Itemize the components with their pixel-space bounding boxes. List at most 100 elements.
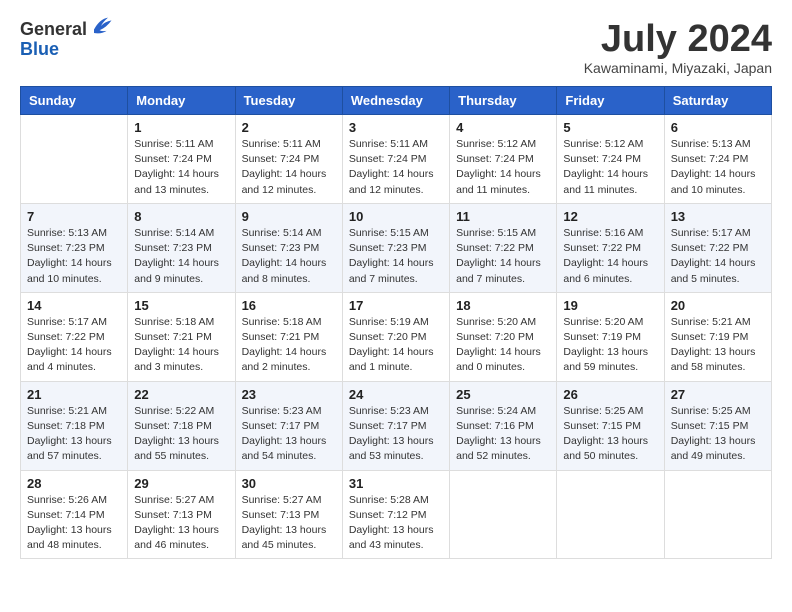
- day-info: Sunrise: 5:12 AMSunset: 7:24 PMDaylight:…: [563, 137, 657, 198]
- day-number: 18: [456, 298, 550, 313]
- logo-general: General: [20, 19, 87, 39]
- day-number: 31: [349, 476, 443, 491]
- day-info: Sunrise: 5:23 AMSunset: 7:17 PMDaylight:…: [242, 404, 336, 465]
- calendar-week-row: 14 Sunrise: 5:17 AMSunset: 7:22 PMDayligh…: [21, 292, 772, 381]
- day-info: Sunrise: 5:15 AMSunset: 7:22 PMDaylight:…: [456, 226, 550, 287]
- calendar-cell: 30 Sunrise: 5:27 AMSunset: 7:13 PMDayligh…: [235, 470, 342, 559]
- day-info: Sunrise: 5:11 AMSunset: 7:24 PMDaylight:…: [242, 137, 336, 198]
- day-number: 25: [456, 387, 550, 402]
- day-info: Sunrise: 5:14 AMSunset: 7:23 PMDaylight:…: [242, 226, 336, 287]
- day-info: Sunrise: 5:28 AMSunset: 7:12 PMDaylight:…: [349, 493, 443, 554]
- day-info: Sunrise: 5:13 AMSunset: 7:23 PMDaylight:…: [27, 226, 121, 287]
- day-number: 1: [134, 120, 228, 135]
- calendar-cell: 28 Sunrise: 5:26 AMSunset: 7:14 PMDayligh…: [21, 470, 128, 559]
- calendar-cell: 31 Sunrise: 5:28 AMSunset: 7:12 PMDayligh…: [342, 470, 449, 559]
- day-number: 28: [27, 476, 121, 491]
- day-number: 4: [456, 120, 550, 135]
- calendar-cell: [557, 470, 664, 559]
- calendar-cell: 13 Sunrise: 5:17 AMSunset: 7:22 PMDayligh…: [664, 203, 771, 292]
- day-number: 29: [134, 476, 228, 491]
- calendar-cell: 6Sunrise: 5:13 AMSunset: 7:24 PMDaylight…: [664, 115, 771, 204]
- calendar-cell: 20 Sunrise: 5:21 AMSunset: 7:19 PMDayligh…: [664, 292, 771, 381]
- day-info: Sunrise: 5:21 AMSunset: 7:18 PMDaylight:…: [27, 404, 121, 465]
- calendar-cell: 27Sunrise: 5:25 AMSunset: 7:15 PMDayligh…: [664, 381, 771, 470]
- day-of-week-header: Saturday: [664, 87, 771, 115]
- day-number: 8: [134, 209, 228, 224]
- location-subtitle: Kawaminami, Miyazaki, Japan: [584, 60, 772, 76]
- calendar-cell: 22 Sunrise: 5:22 AMSunset: 7:18 PMDayligh…: [128, 381, 235, 470]
- calendar-cell: 18 Sunrise: 5:20 AMSunset: 7:20 PMDayligh…: [450, 292, 557, 381]
- calendar-cell: 2 Sunrise: 5:11 AMSunset: 7:24 PMDaylight…: [235, 115, 342, 204]
- day-number: 15: [134, 298, 228, 313]
- day-number: 3: [349, 120, 443, 135]
- calendar-cell: [664, 470, 771, 559]
- calendar-cell: 17 Sunrise: 5:19 AMSunset: 7:20 PMDayligh…: [342, 292, 449, 381]
- day-number: 14: [27, 298, 121, 313]
- day-info: Sunrise: 5:21 AMSunset: 7:19 PMDaylight:…: [671, 315, 765, 376]
- day-number: 6: [671, 120, 765, 135]
- calendar-cell: 25 Sunrise: 5:24 AMSunset: 7:16 PMDayligh…: [450, 381, 557, 470]
- calendar-cell: 23 Sunrise: 5:23 AMSunset: 7:17 PMDayligh…: [235, 381, 342, 470]
- calendar-cell: 16 Sunrise: 5:18 AMSunset: 7:21 PMDayligh…: [235, 292, 342, 381]
- day-info: Sunrise: 5:17 AMSunset: 7:22 PMDaylight:…: [27, 315, 121, 376]
- day-info: Sunrise: 5:25 AMSunset: 7:15 PMDaylight:…: [563, 404, 657, 465]
- day-number: 16: [242, 298, 336, 313]
- calendar-cell: 29Sunrise: 5:27 AMSunset: 7:13 PMDayligh…: [128, 470, 235, 559]
- calendar-cell: 24Sunrise: 5:23 AMSunset: 7:17 PMDayligh…: [342, 381, 449, 470]
- calendar-cell: 3Sunrise: 5:11 AMSunset: 7:24 PMDaylight…: [342, 115, 449, 204]
- calendar-week-row: 21 Sunrise: 5:21 AMSunset: 7:18 PMDayligh…: [21, 381, 772, 470]
- calendar-cell: 15 Sunrise: 5:18 AMSunset: 7:21 PMDayligh…: [128, 292, 235, 381]
- day-info: Sunrise: 5:17 AMSunset: 7:22 PMDaylight:…: [671, 226, 765, 287]
- calendar-cell: 14 Sunrise: 5:17 AMSunset: 7:22 PMDayligh…: [21, 292, 128, 381]
- calendar-cell: 4 Sunrise: 5:12 AMSunset: 7:24 PMDaylight…: [450, 115, 557, 204]
- day-number: 11: [456, 209, 550, 224]
- day-info: Sunrise: 5:19 AMSunset: 7:20 PMDaylight:…: [349, 315, 443, 376]
- day-of-week-header: Friday: [557, 87, 664, 115]
- day-number: 7: [27, 209, 121, 224]
- day-number: 2: [242, 120, 336, 135]
- day-info: Sunrise: 5:27 AMSunset: 7:13 PMDaylight:…: [242, 493, 336, 554]
- calendar-cell: 26 Sunrise: 5:25 AMSunset: 7:15 PMDayligh…: [557, 381, 664, 470]
- day-number: 13: [671, 209, 765, 224]
- day-info: Sunrise: 5:14 AMSunset: 7:23 PMDaylight:…: [134, 226, 228, 287]
- day-info: Sunrise: 5:22 AMSunset: 7:18 PMDaylight:…: [134, 404, 228, 465]
- day-info: Sunrise: 5:18 AMSunset: 7:21 PMDaylight:…: [134, 315, 228, 376]
- day-number: 9: [242, 209, 336, 224]
- calendar-cell: [21, 115, 128, 204]
- calendar-cell: [450, 470, 557, 559]
- day-of-week-header: Tuesday: [235, 87, 342, 115]
- day-number: 30: [242, 476, 336, 491]
- day-info: Sunrise: 5:20 AMSunset: 7:20 PMDaylight:…: [456, 315, 550, 376]
- day-info: Sunrise: 5:26 AMSunset: 7:14 PMDaylight:…: [27, 493, 121, 554]
- day-of-week-header: Monday: [128, 87, 235, 115]
- day-number: 20: [671, 298, 765, 313]
- day-info: Sunrise: 5:24 AMSunset: 7:16 PMDaylight:…: [456, 404, 550, 465]
- day-number: 23: [242, 387, 336, 402]
- day-info: Sunrise: 5:11 AMSunset: 7:24 PMDaylight:…: [134, 137, 228, 198]
- calendar-week-row: 28 Sunrise: 5:26 AMSunset: 7:14 PMDayligh…: [21, 470, 772, 559]
- day-info: Sunrise: 5:12 AMSunset: 7:24 PMDaylight:…: [456, 137, 550, 198]
- calendar-cell: 12Sunrise: 5:16 AMSunset: 7:22 PMDayligh…: [557, 203, 664, 292]
- logo-blue: Blue: [20, 39, 59, 59]
- day-number: 21: [27, 387, 121, 402]
- calendar-header-row: SundayMondayTuesdayWednesdayThursdayFrid…: [21, 87, 772, 115]
- calendar-cell: 10 Sunrise: 5:15 AMSunset: 7:23 PMDayligh…: [342, 203, 449, 292]
- logo-bird-icon: [87, 12, 115, 40]
- day-info: Sunrise: 5:18 AMSunset: 7:21 PMDaylight:…: [242, 315, 336, 376]
- month-title: July 2024: [584, 20, 772, 58]
- day-number: 19: [563, 298, 657, 313]
- calendar-cell: 8 Sunrise: 5:14 AMSunset: 7:23 PMDaylight…: [128, 203, 235, 292]
- calendar-cell: 19 Sunrise: 5:20 AMSunset: 7:19 PMDayligh…: [557, 292, 664, 381]
- calendar-cell: 5Sunrise: 5:12 AMSunset: 7:24 PMDaylight…: [557, 115, 664, 204]
- logo: General Blue: [20, 20, 87, 60]
- day-of-week-header: Thursday: [450, 87, 557, 115]
- day-number: 24: [349, 387, 443, 402]
- day-number: 10: [349, 209, 443, 224]
- calendar-cell: 7 Sunrise: 5:13 AMSunset: 7:23 PMDaylight…: [21, 203, 128, 292]
- day-number: 26: [563, 387, 657, 402]
- day-info: Sunrise: 5:20 AMSunset: 7:19 PMDaylight:…: [563, 315, 657, 376]
- day-info: Sunrise: 5:15 AMSunset: 7:23 PMDaylight:…: [349, 226, 443, 287]
- calendar-week-row: 1 Sunrise: 5:11 AMSunset: 7:24 PMDaylight…: [21, 115, 772, 204]
- day-number: 22: [134, 387, 228, 402]
- day-number: 17: [349, 298, 443, 313]
